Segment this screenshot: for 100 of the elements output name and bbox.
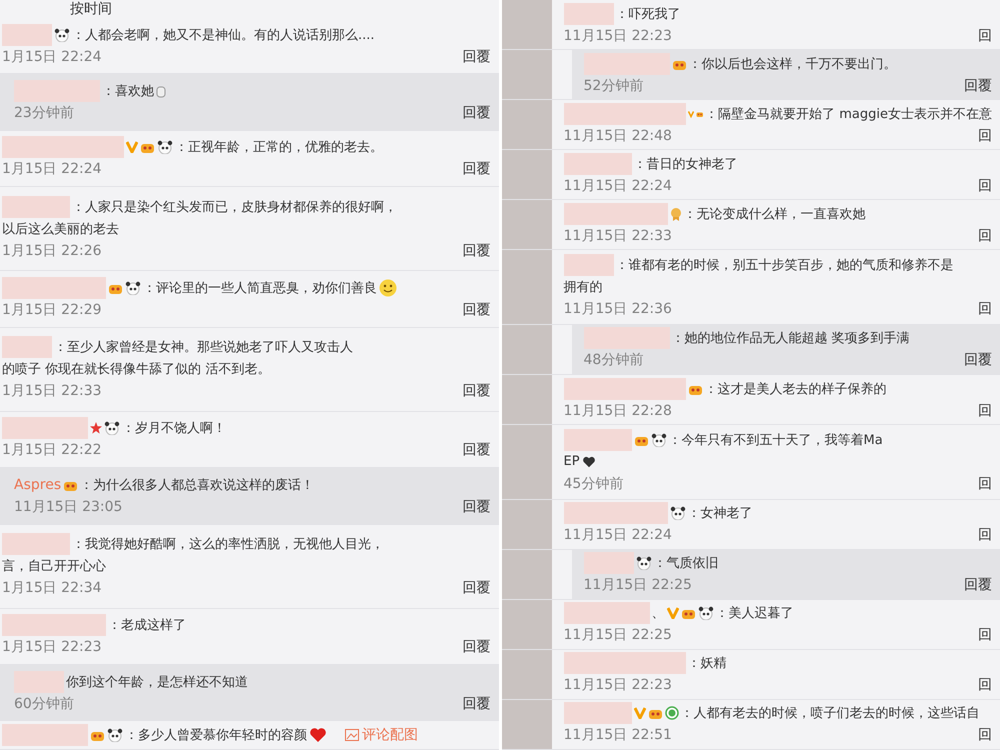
avatar-placeholder xyxy=(502,0,552,50)
panda-face-icon xyxy=(104,421,120,436)
blurred-user-name xyxy=(564,152,632,175)
comment-text: 的喷子 你现在就长得像牛舔了似的 活不到老。 xyxy=(2,361,270,378)
reply-link[interactable]: 回覆 xyxy=(462,498,490,516)
comment-time: 1月15日 22:29 xyxy=(2,300,102,319)
reply-link[interactable]: 回 xyxy=(978,26,992,45)
comment-time: 11月15日 23:05 xyxy=(14,498,122,516)
comment-text: ：岁月不饶人啊！ xyxy=(122,420,226,438)
comment-text: ：吓死我了 xyxy=(616,6,680,23)
comment-time: 11月15日 22:24 xyxy=(564,526,672,544)
comment-time: 11月15日 22:51 xyxy=(564,726,672,744)
comment-time: 1月15日 22:26 xyxy=(2,242,102,260)
comment-time: 60分钟前 xyxy=(14,694,74,713)
comment-time: 1月15日 22:34 xyxy=(2,579,102,598)
avatar-placeholder xyxy=(502,50,552,100)
reply-link[interactable]: 回 xyxy=(978,474,992,493)
avatar-placeholder xyxy=(502,550,552,599)
comment-text: ：昔日的女神老了 xyxy=(634,156,738,173)
comment-time: 45分钟前 xyxy=(564,474,624,493)
panda-face-icon xyxy=(650,432,666,447)
reply-link[interactable]: 回覆 xyxy=(964,576,992,594)
reply-link[interactable]: 回覆 xyxy=(462,579,490,598)
blurred-user-name xyxy=(2,24,52,46)
comment-text: ：我觉得她好酷啊，这么的率性洒脱，无视他人目光， xyxy=(72,536,384,554)
reply-link[interactable]: 回覆 xyxy=(462,638,490,656)
verified-v-icon xyxy=(634,707,646,720)
smiley-emoji-icon xyxy=(379,278,397,297)
comment-text: ：你以后也会这样，千万不要出门。 xyxy=(688,56,896,73)
reply-link[interactable]: 回覆 xyxy=(462,242,490,260)
reply-link[interactable]: 回 xyxy=(978,402,992,420)
comment-text: ：今年只有不到五十天了，我等着Ma xyxy=(668,432,883,449)
comment-time: 11月15日 22:28 xyxy=(564,402,672,420)
avatar-placeholder xyxy=(502,700,552,749)
blurred-user-name xyxy=(2,533,70,556)
comment-time: 11月15日 22:36 xyxy=(564,300,672,318)
comment-text: ：妖精 xyxy=(688,655,726,672)
comment-time: 11月15日 22:23 xyxy=(564,26,672,45)
blurred-user-name xyxy=(564,2,614,25)
reply-link[interactable]: 回 xyxy=(978,526,992,544)
reply-link[interactable]: 回覆 xyxy=(462,441,490,460)
panda-face-icon xyxy=(698,606,714,620)
comment-text: ：女神老了 xyxy=(688,505,752,522)
reply-link[interactable]: 回覆 xyxy=(462,104,490,122)
reply-link[interactable]: 回覆 xyxy=(964,351,992,370)
reply-link[interactable]: 回 xyxy=(978,726,992,744)
sort-by-time-label[interactable]: 按时间 xyxy=(0,0,112,18)
avatar-placeholder xyxy=(502,650,552,699)
verified-v-icon xyxy=(666,607,678,620)
comment-time: 23分钟前 xyxy=(14,104,74,122)
image-icon xyxy=(345,729,359,742)
comment-time: 11月15日 22:25 xyxy=(564,626,672,644)
comment-text: ：人家只是染个红头发而已，皮肤身材都保养的很好啊， xyxy=(72,198,397,216)
blurred-user-name xyxy=(2,196,70,218)
reply-link[interactable]: 回覆 xyxy=(462,48,490,66)
blurred-user-name xyxy=(564,254,614,276)
heart-emoji-icon xyxy=(309,727,327,744)
comment-text: ：美人迟暮了 xyxy=(716,605,794,622)
heart-emoji-icon xyxy=(582,456,596,468)
comment-text: ：多少人曾爱慕你年轻时的容颜 xyxy=(125,727,307,744)
comment-text: ：人都会老啊，她又不是神仙。有的人说话别那么.... xyxy=(72,26,375,44)
reply-link[interactable]: 回覆 xyxy=(462,300,490,319)
panda-face-icon xyxy=(54,28,70,42)
panda-face-icon xyxy=(636,556,652,570)
medal-icon xyxy=(670,206,682,221)
reply-link[interactable]: 回 xyxy=(978,676,992,694)
comment-text: ：这才是美人老去的样子保养的 xyxy=(704,380,886,398)
comment-text: ：她的地位作品无人能超越 奖项多到手满 xyxy=(672,330,910,348)
comment-text: 拥有的 xyxy=(564,279,602,296)
reply-link[interactable]: 回覆 xyxy=(964,76,992,95)
comment-text: ：正视年龄，正常的，优雅的老去。 xyxy=(175,139,383,156)
reply-link[interactable]: 回 xyxy=(978,226,992,245)
blurred-user-name xyxy=(564,428,632,451)
reply-link[interactable]: 回 xyxy=(978,626,992,644)
comment-text: ：为什么很多人都总喜欢说这样的废话！ xyxy=(80,476,314,494)
reply-link[interactable]: 回覆 xyxy=(462,160,490,178)
reply-link[interactable]: 回 xyxy=(978,300,992,318)
comment-text: ：隔壁金马就要开始了 maggie女士表示并不在意 xyxy=(705,106,992,123)
comment-time: 52分钟前 xyxy=(584,76,644,95)
comment-text: ：气质依旧 xyxy=(654,555,718,572)
blurred-user-name xyxy=(564,702,632,724)
reply-link[interactable]: 回覆 xyxy=(462,382,490,400)
comment-time: 11月15日 22:24 xyxy=(564,176,672,195)
avatar-placeholder xyxy=(502,600,552,649)
reply-link[interactable]: 回 xyxy=(978,176,992,195)
panda-face-icon xyxy=(107,728,123,742)
comment-time: 1月15日 22:24 xyxy=(2,48,102,66)
comment-text: ：人都有老去的时候，喷子们老去的时候，这些话自 xyxy=(680,705,980,722)
comment-time: 1月15日 22:23 xyxy=(2,638,102,656)
comment-time: 11月15日 22:25 xyxy=(584,576,692,594)
reply-link[interactable]: 回 xyxy=(978,126,992,145)
reply-link[interactable]: 回覆 xyxy=(462,694,490,713)
panda-face-icon xyxy=(125,280,141,295)
comment-time: 48分钟前 xyxy=(584,351,644,370)
comment-text: ：评论里的一些人简直恶臭，劝你们善良 xyxy=(143,280,377,297)
comment-time: 11月15日 22:33 xyxy=(564,226,672,245)
comment-text: ：老成这样了 xyxy=(108,617,186,634)
verified-v-icon xyxy=(126,141,138,154)
comment-time: 11月15日 22:23 xyxy=(564,676,672,694)
comment-text: 你到这个年龄，是怎样还不知道 xyxy=(66,674,248,691)
